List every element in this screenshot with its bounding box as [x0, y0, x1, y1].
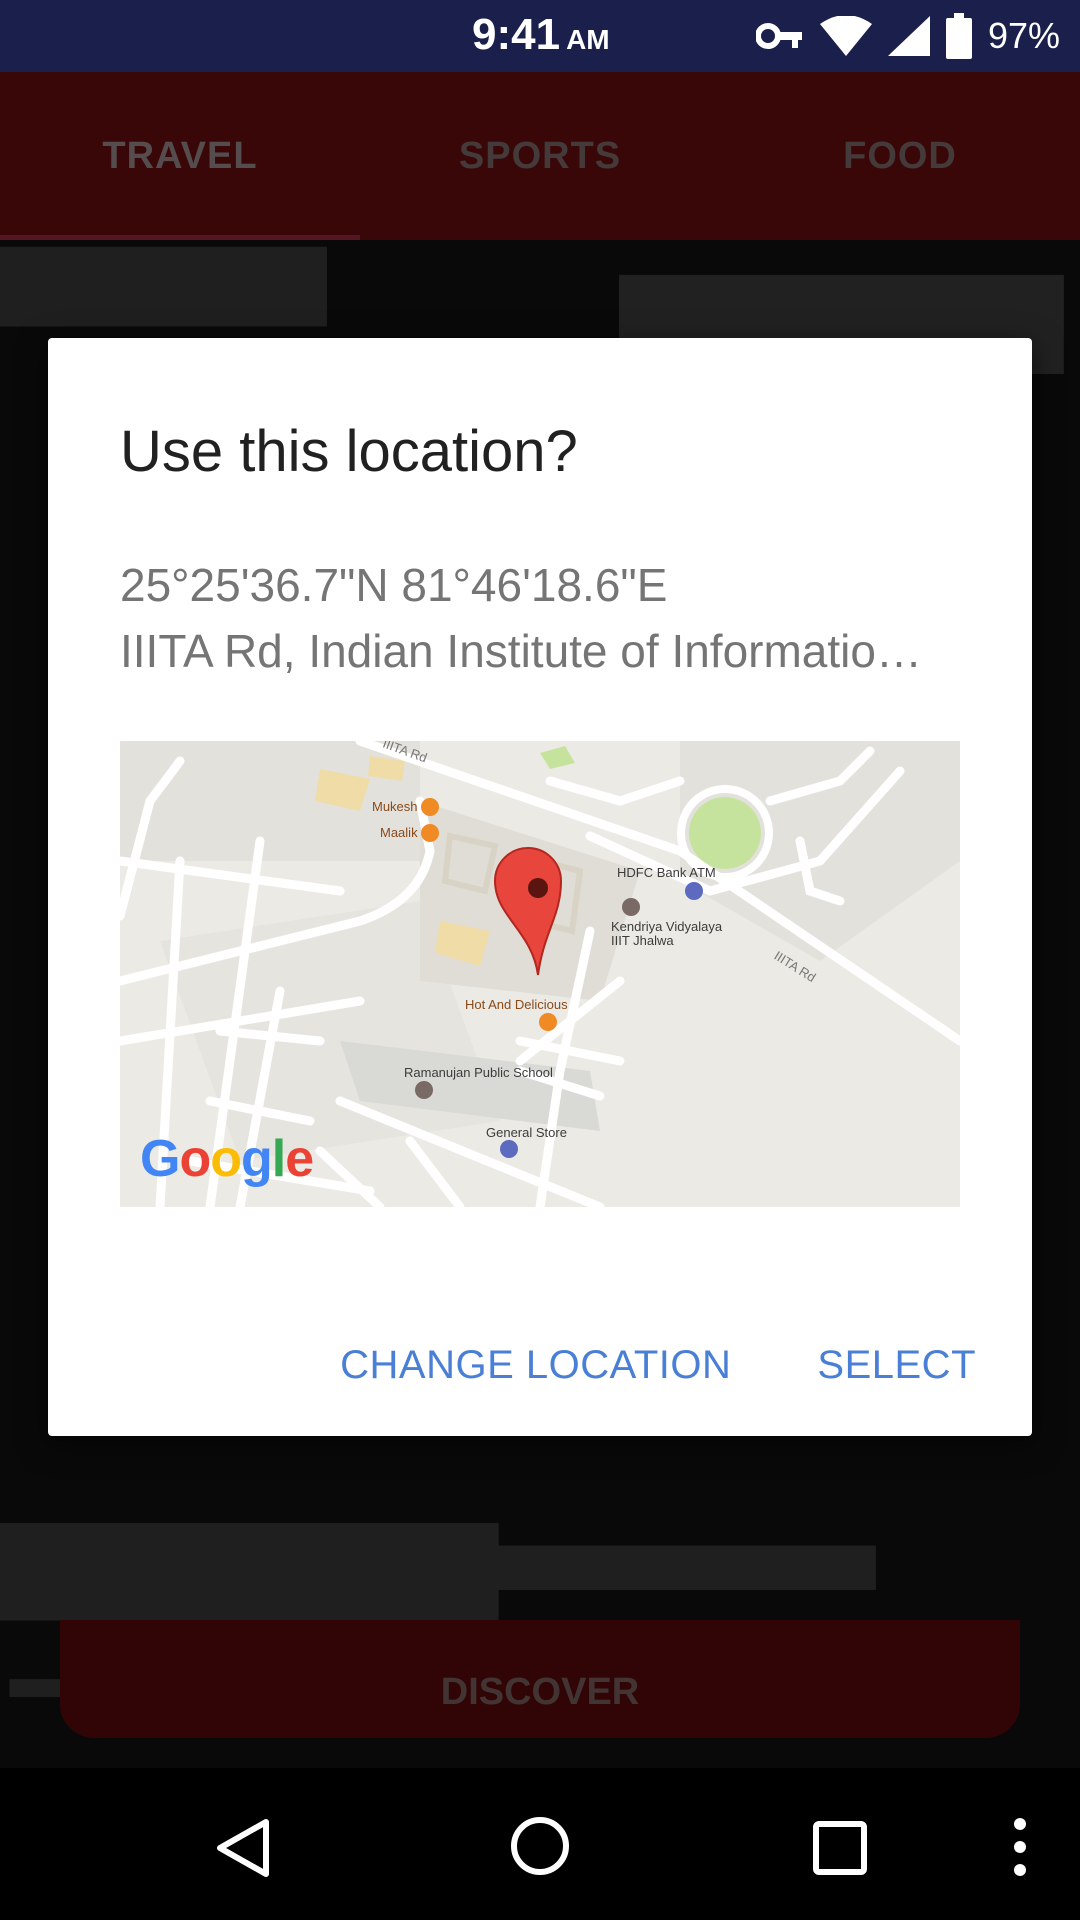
- location-coordinates: 25°25'36.7"N 81°46'18.6"E: [120, 559, 668, 611]
- battery-icon: [945, 13, 972, 59]
- signal-icon: [887, 16, 930, 56]
- select-button[interactable]: SELECT: [817, 1343, 976, 1388]
- map-label-general-store: General Store: [486, 1125, 567, 1140]
- location-map[interactable]: Mukesh Maalik HDFC Bank ATM Kendriya Vid…: [120, 741, 960, 1207]
- map-label-kendriya: Kendriya Vidyalaya: [611, 919, 723, 934]
- battery-percent: 97%: [987, 15, 1060, 56]
- recents-icon[interactable]: [812, 1820, 868, 1876]
- map-label-hdfc: HDFC Bank ATM: [617, 865, 716, 880]
- map-label-hot-delicious: Hot And Delicious: [465, 997, 568, 1012]
- change-location-button[interactable]: CHANGE LOCATION: [340, 1343, 731, 1388]
- map-label-ramanujan: Ramanujan Public School: [404, 1065, 553, 1080]
- navigation-bar: [0, 1768, 1080, 1920]
- map-label-kendriya-sub: IIIT Jhalwa: [611, 933, 674, 948]
- location-address: IIITA Rd, Indian Institute of Informatio…: [120, 625, 922, 677]
- dialog-actions: CHANGE LOCATION SELECT: [340, 1343, 976, 1388]
- menu-icon[interactable]: [1012, 1816, 1028, 1878]
- google-logo: Google: [140, 1130, 314, 1188]
- status-time-value: 9:41: [472, 10, 561, 59]
- map-label-maalik: Maalik: [380, 825, 418, 840]
- wifi-icon: [819, 16, 872, 56]
- home-icon[interactable]: [510, 1816, 570, 1876]
- status-time-ampm: AM: [566, 24, 610, 55]
- vpn-key-icon: [755, 21, 804, 51]
- dialog-title: Use this location?: [120, 419, 578, 484]
- map-label-mukesh: Mukesh: [372, 799, 418, 814]
- status-bar: 9:41 AM 97%: [0, 0, 1080, 72]
- location-dialog: Use this location? 25°25'36.7"N 81°46'18…: [48, 338, 1032, 1436]
- status-time: 9:41 AM: [472, 10, 610, 60]
- status-icons: 97%: [755, 12, 1060, 60]
- back-icon[interactable]: [214, 1818, 272, 1878]
